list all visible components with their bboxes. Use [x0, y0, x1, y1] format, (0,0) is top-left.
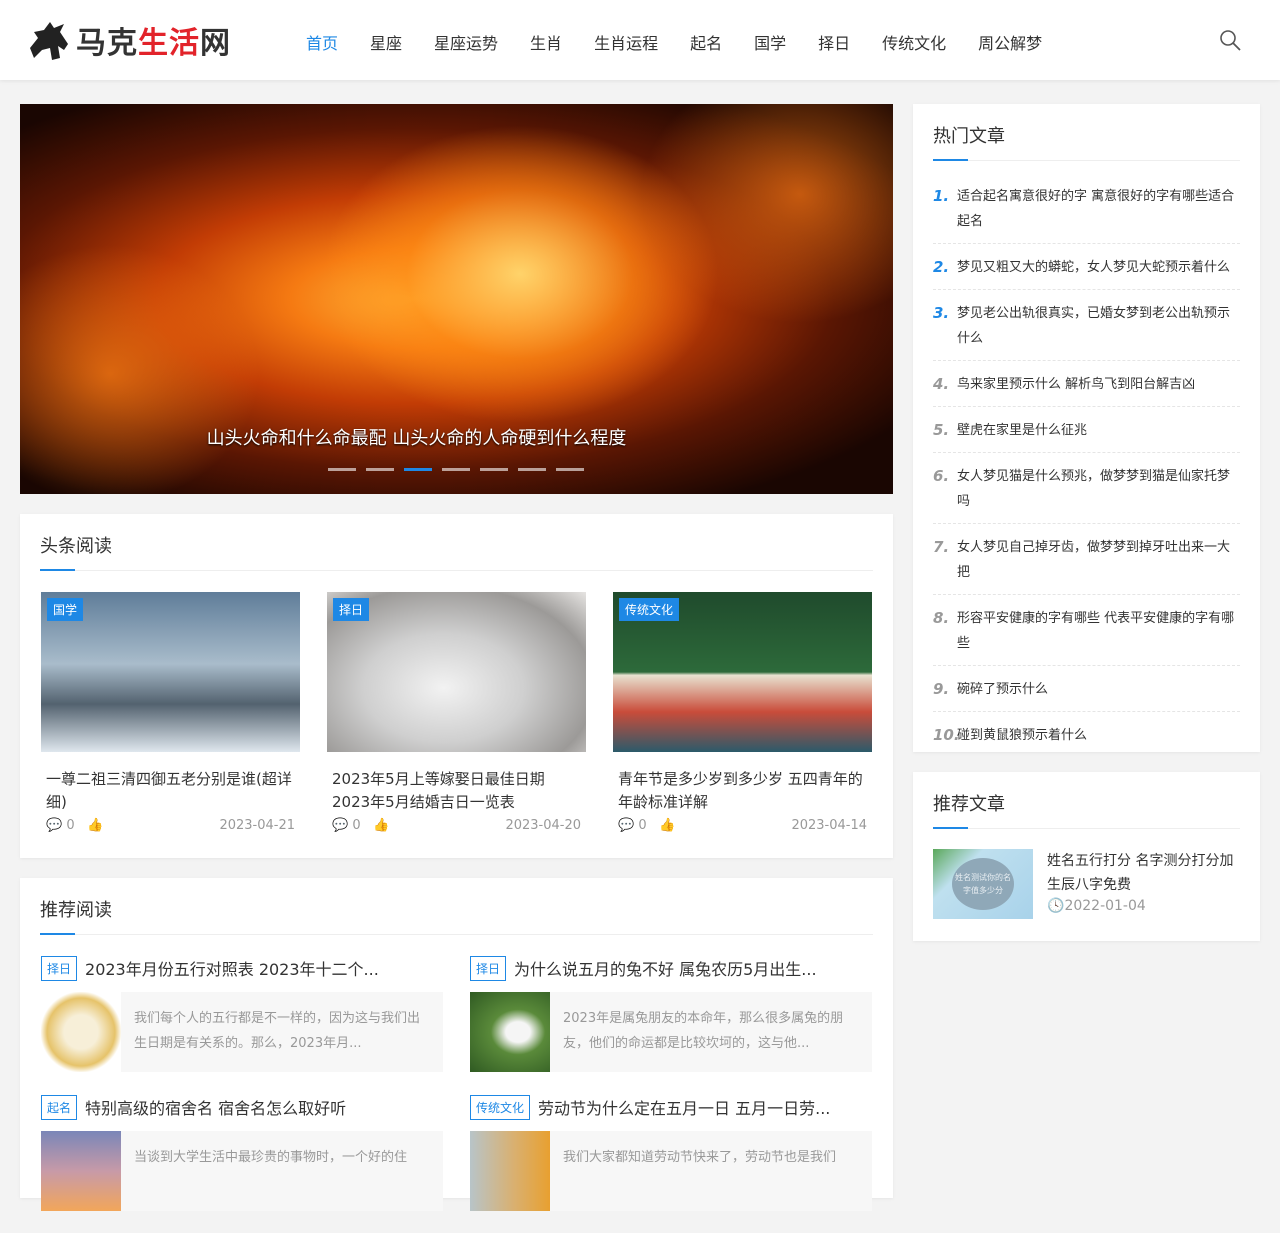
nav-zhougong[interactable]: 周公解梦: [978, 30, 1042, 54]
recommend-title[interactable]: 2023年月份五行对照表 2023年十二个...: [85, 956, 379, 980]
like-icon[interactable]: 👍: [87, 818, 103, 833]
nav-shengxiao-yuncheng[interactable]: 生肖运程: [594, 30, 658, 54]
category-tag[interactable]: 择日: [333, 598, 370, 621]
recommend-thumb[interactable]: [470, 992, 550, 1072]
slider-dot[interactable]: [442, 468, 470, 471]
section-title: 头条阅读: [40, 532, 873, 571]
like-icon[interactable]: 👍: [373, 818, 389, 833]
search-icon[interactable]: [1218, 28, 1242, 52]
header: 马克 生活网 首页 星座 星座运势 生肖 生肖运程 起名 国学 择日 传统文化 周…: [0, 0, 1280, 80]
headline-title[interactable]: 青年节是多少岁到多少岁 五四青年的年龄标准详解: [613, 752, 872, 814]
nav-zeri[interactable]: 择日: [818, 30, 850, 54]
slider-dot[interactable]: [480, 468, 508, 471]
recommend-item[interactable]: 起名 特别高级的宿舍名 宿舍名怎么取好听 当谈到大学生活中最珍贵的事物时，一个好的…: [41, 1094, 443, 1233]
section-title: 热门文章: [933, 122, 1240, 161]
side-recommend-thumb[interactable]: 姓名测试你的名字值多少分: [933, 849, 1033, 919]
slide-caption[interactable]: 山头火命和什么命最配 山头火命的人命硬到什么程度: [20, 424, 893, 450]
side-recommend-item[interactable]: 姓名测试你的名字值多少分 姓名五行打分 名字测分打分加生辰八字免费 🕓2022-…: [913, 829, 1260, 919]
nav-chuantong[interactable]: 传统文化: [882, 30, 946, 54]
side-recommend-title[interactable]: 姓名五行打分 名字测分打分加生辰八字免费: [1047, 849, 1240, 897]
category-tag[interactable]: 择日: [41, 955, 78, 981]
nav-home[interactable]: 首页: [306, 30, 338, 54]
category-tag[interactable]: 国学: [47, 598, 84, 621]
category-tag[interactable]: 传统文化: [619, 598, 680, 621]
hot-item[interactable]: 1. 适合起名寓意很好的字 寓意很好的字有哪些适合起名: [933, 173, 1240, 244]
horse-logo-icon: [30, 22, 68, 60]
slider-dot[interactable]: [366, 468, 394, 471]
nav-shengxiao[interactable]: 生肖: [530, 30, 562, 54]
headline-image[interactable]: 择日: [327, 592, 586, 752]
slider-dot-active[interactable]: [404, 468, 432, 471]
nav-qiming[interactable]: 起名: [690, 30, 722, 54]
headline-card[interactable]: 择日 2023年5月上等嫁娶日最佳日期 2023年5月结婚吉日一览表 💬 0 👍…: [327, 592, 586, 833]
comment-icon: 💬: [46, 818, 63, 833]
category-tag[interactable]: 起名: [41, 1094, 78, 1120]
headline-title[interactable]: 2023年5月上等嫁娶日最佳日期 2023年5月结婚吉日一览表: [327, 752, 586, 814]
hero-slider[interactable]: 山头火命和什么命最配 山头火命的人命硬到什么程度: [20, 104, 893, 494]
recommend-thumb[interactable]: [470, 1131, 550, 1211]
hot-item[interactable]: 5. 壁虎在家里是什么征兆: [933, 407, 1240, 453]
hot-item[interactable]: 3. 梦见老公出轨很真实，已婚女梦到老公出轨预示什么: [933, 290, 1240, 361]
slider-dots: [328, 468, 584, 471]
recommend-title[interactable]: 劳动节为什么定在五月一日 五月一日劳...: [538, 1095, 830, 1119]
clock-icon: 🕓: [1047, 898, 1065, 914]
hot-item[interactable]: 7. 女人梦见自己掉牙齿，做梦梦到掉牙吐出来一大把: [933, 524, 1240, 595]
recommend-item[interactable]: 择日 2023年月份五行对照表 2023年十二个... 我们每个人的五行都是不一样…: [41, 955, 443, 1094]
recommend-title[interactable]: 特别高级的宿舍名 宿舍名怎么取好听: [85, 1095, 346, 1119]
headline-title[interactable]: 一尊二祖三清四御五老分别是谁(超详细): [41, 752, 300, 814]
hot-item[interactable]: 8. 形容平安健康的字有哪些 代表平安健康的字有哪些: [933, 595, 1240, 666]
recommend-section: 推荐阅读 择日 2023年月份五行对照表 2023年十二个... 我们每个人的五行…: [20, 878, 893, 1211]
hot-item[interactable]: 2. 梦见又粗又大的蟒蛇，女人梦见大蛇预示着什么: [933, 244, 1240, 290]
headline-image[interactable]: 国学: [41, 592, 300, 752]
recommend-thumb[interactable]: [41, 1131, 121, 1211]
nav-xingzuo-yunshi[interactable]: 星座运势: [434, 30, 498, 54]
recommend-item[interactable]: 择日 为什么说五月的兔不好 属兔农历5月出生... 2023年是属兔朋友的本命年，…: [470, 955, 872, 1094]
nav-xingzuo[interactable]: 星座: [370, 30, 402, 54]
slider-dot[interactable]: [556, 468, 584, 471]
category-tag[interactable]: 传统文化: [470, 1094, 531, 1120]
main-nav: 首页 星座 星座运势 生肖 生肖运程 起名 国学 择日 传统文化 周公解梦: [290, 30, 1058, 54]
site-logo[interactable]: 马克 生活网: [24, 18, 231, 62]
slider-dot[interactable]: [518, 468, 546, 471]
headline-card[interactable]: 国学 一尊二祖三清四御五老分别是谁(超详细) 💬 0 👍 2023-04-21: [41, 592, 300, 833]
comment-icon: 💬: [332, 818, 349, 833]
hot-item[interactable]: 4. 鸟来家里预示什么 解析鸟飞到阳台解吉凶: [933, 361, 1240, 407]
section-title: 推荐阅读: [40, 896, 873, 935]
recommend-title[interactable]: 为什么说五月的兔不好 属兔农历5月出生...: [514, 956, 817, 980]
section-title: 推荐文章: [933, 790, 1240, 829]
headlines-section: 头条阅读 国学 一尊二祖三清四御五老分别是谁(超详细) 💬 0 👍 2023-04…: [20, 514, 893, 858]
recommend-item[interactable]: 传统文化 劳动节为什么定在五月一日 五月一日劳... 我们大家都知道劳动节快来了，…: [470, 1094, 872, 1233]
category-tag[interactable]: 择日: [470, 955, 507, 981]
recommend-thumb[interactable]: [41, 992, 121, 1072]
headline-card[interactable]: 传统文化 青年节是多少岁到多少岁 五四青年的年龄标准详解 💬 0 👍 2023-0…: [613, 592, 872, 833]
slider-dot[interactable]: [328, 468, 356, 471]
headline-image[interactable]: 传统文化: [613, 592, 872, 752]
hot-item[interactable]: 6. 女人梦见猫是什么预兆，做梦梦到猫是仙家托梦吗: [933, 453, 1240, 524]
nav-guoxue[interactable]: 国学: [754, 30, 786, 54]
comment-icon: 💬: [618, 818, 635, 833]
side-recommend: 推荐文章 姓名测试你的名字值多少分 姓名五行打分 名字测分打分加生辰八字免费 🕓…: [913, 772, 1260, 941]
like-icon[interactable]: 👍: [659, 818, 675, 833]
hot-item[interactable]: 10. 碰到黄鼠狼预示着什么: [933, 712, 1240, 757]
hot-item[interactable]: 9. 碗碎了预示什么: [933, 666, 1240, 712]
hot-articles: 热门文章 1. 适合起名寓意很好的字 寓意很好的字有哪些适合起名 2. 梦见又粗又大…: [913, 104, 1260, 752]
